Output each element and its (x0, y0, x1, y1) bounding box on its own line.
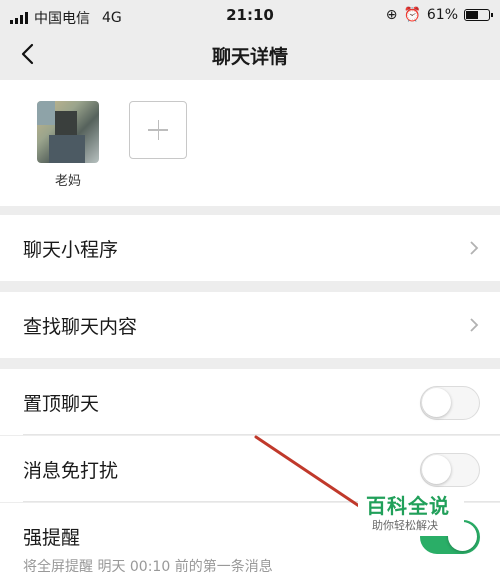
watermark-subtitle: 助你轻松解决 (372, 519, 438, 532)
watermark-title: 百科全说 (366, 494, 450, 518)
chevron-right-icon (470, 241, 479, 255)
pin-chat-label: 置顶聊天 (23, 393, 100, 415)
watermark-logo: 百科全说 助你轻松解决 (358, 488, 464, 536)
battery-icon (464, 9, 493, 21)
members-section: 老妈 (0, 80, 500, 206)
status-right: ⊕ ⏰ 61% (385, 7, 493, 23)
strong-reminder-description: 将全屏提醒 明天 00:10 前的第一条消息 (23, 559, 273, 575)
battery-percent: 61% (426, 7, 458, 23)
rotation-lock-icon: ⊕ (385, 7, 398, 23)
add-member-button[interactable] (129, 101, 187, 159)
page-title: 聊天详情 (211, 46, 288, 68)
pin-chat-cell: 置顶聊天 (0, 369, 500, 435)
strong-reminder-label: 强提醒 (23, 527, 81, 549)
mute-toggle[interactable] (420, 453, 480, 487)
avatar[interactable] (37, 101, 99, 163)
mini-program-label: 聊天小程序 (23, 239, 119, 261)
alarm-icon: ⏰ (403, 7, 421, 23)
pin-chat-toggle[interactable] (420, 386, 480, 420)
member-name: 老妈 (54, 174, 81, 189)
chevron-right-icon (470, 318, 479, 332)
status-bar: 中国电信 4G 21:10 ⊕ ⏰ 61% (0, 0, 500, 32)
mini-program-cell[interactable]: 聊天小程序 (0, 215, 500, 281)
nav-bar: 聊天详情 (0, 32, 500, 76)
mute-label: 消息免打扰 (23, 460, 119, 482)
search-chat-cell[interactable]: 查找聊天内容 (0, 292, 500, 358)
search-chat-label: 查找聊天内容 (23, 316, 138, 338)
